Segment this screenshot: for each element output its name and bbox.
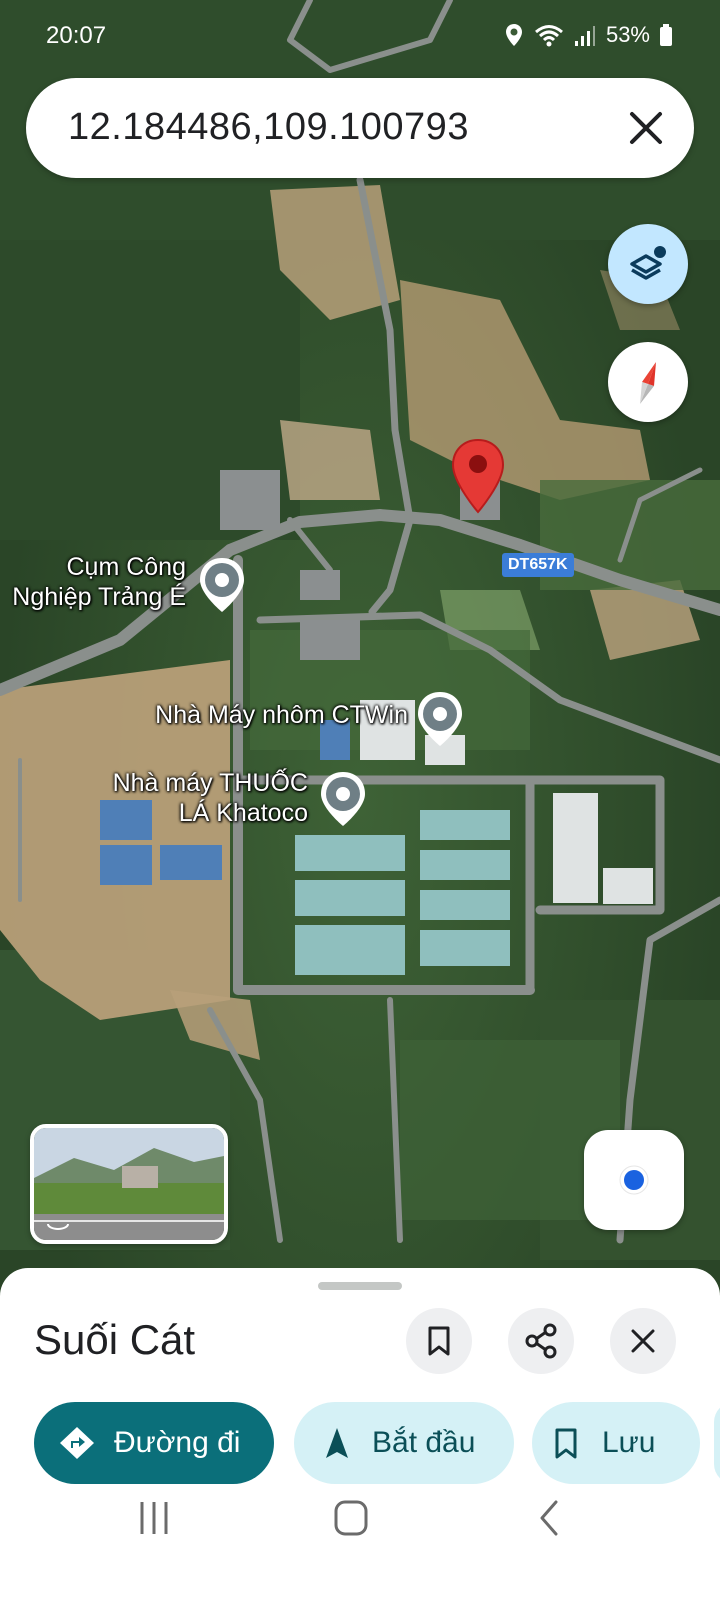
layers-button[interactable] xyxy=(608,224,688,304)
close-icon[interactable] xyxy=(626,108,666,148)
poi-label-line: Nhà Máy nhôm CTWin xyxy=(155,701,408,729)
poi-label-line: LÁ Khatoco xyxy=(178,799,308,827)
recent-apps-icon[interactable] xyxy=(136,1500,172,1540)
wifi-icon xyxy=(534,25,563,47)
save-icon-button[interactable] xyxy=(406,1308,472,1374)
my-location-icon xyxy=(619,1165,649,1195)
directions-label: Đường đi xyxy=(114,1426,241,1459)
poi-label-line: Cụm Công xyxy=(66,553,187,581)
location-status-icon xyxy=(505,24,522,46)
close-icon xyxy=(631,1329,655,1353)
back-icon[interactable] xyxy=(536,1500,566,1540)
street-view-image xyxy=(34,1128,224,1240)
share-button[interactable] xyxy=(508,1308,574,1374)
compass-button[interactable] xyxy=(608,342,688,422)
save-label: Lưu xyxy=(602,1426,656,1459)
poi-pin[interactable] xyxy=(318,770,368,828)
layers-icon xyxy=(630,246,666,280)
bookmark-icon xyxy=(555,1428,577,1459)
status-time: 20:07 xyxy=(46,22,107,49)
bookmark-icon xyxy=(428,1326,450,1356)
start-button[interactable]: Bắt đầu xyxy=(294,1402,514,1484)
my-location-button[interactable] xyxy=(584,1130,684,1230)
poi-label[interactable]: Nhà máy THUỐC LÁ Khatoco xyxy=(60,768,308,828)
place-name: Suối Cát xyxy=(34,1316,196,1363)
road-shield: DT657K xyxy=(502,553,574,577)
poi-pin[interactable] xyxy=(197,556,247,614)
battery-icon xyxy=(660,24,672,46)
poi-label[interactable]: Nhà Máy nhôm CTWin xyxy=(80,700,408,730)
battery-percent: 53% xyxy=(605,22,650,47)
system-navigation-bar xyxy=(0,1500,720,1600)
signal-icon xyxy=(574,26,595,46)
home-icon[interactable] xyxy=(332,1500,372,1540)
share-icon xyxy=(525,1323,557,1359)
save-button[interactable]: Lưu xyxy=(532,1402,700,1484)
status-bar: 20:07 53% xyxy=(0,0,720,70)
poi-label-line: Nghiệp Trảng É xyxy=(12,583,186,611)
poi-label[interactable]: Cụm Công Nghiệp Trảng É xyxy=(0,552,186,612)
close-button[interactable] xyxy=(610,1308,676,1374)
navigation-arrow-icon xyxy=(326,1428,348,1458)
directions-icon xyxy=(60,1427,94,1459)
red-location-pin[interactable] xyxy=(450,438,506,516)
street-view-thumbnail[interactable] xyxy=(30,1124,228,1244)
poi-pin[interactable] xyxy=(415,690,465,748)
start-label: Bắt đầu xyxy=(372,1426,476,1459)
search-input[interactable]: 12.184486,109.100793 xyxy=(68,106,469,149)
more-actions-chip[interactable] xyxy=(714,1402,720,1484)
directions-button[interactable]: Đường đi xyxy=(34,1402,274,1484)
compass-icon xyxy=(640,362,656,404)
search-bar[interactable]: 12.184486,109.100793 xyxy=(26,78,694,178)
poi-label-line: Nhà máy THUỐC xyxy=(112,769,308,797)
drag-handle[interactable] xyxy=(318,1282,402,1290)
status-icons: 53% xyxy=(504,22,672,48)
